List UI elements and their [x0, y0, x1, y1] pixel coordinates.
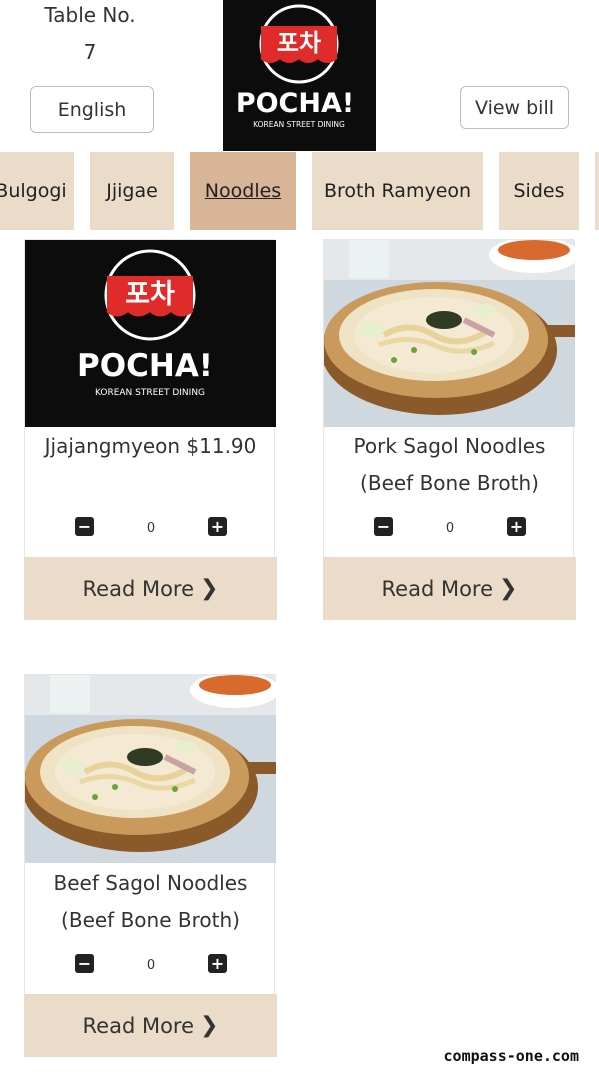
read-more-label: Read More [82, 576, 195, 601]
logo-korean-text: 포차 [277, 29, 321, 57]
read-more-button[interactable]: Read More ❯ [323, 557, 576, 620]
menu-item-card: 포차 POCHA! KOREAN STREET DINING Jjajangmy… [24, 239, 277, 620]
quantity-value: 0 [146, 958, 156, 973]
language-button[interactable]: English [30, 86, 154, 133]
tab-noodles[interactable]: Noodles [190, 152, 296, 230]
chevron-right-icon: ❯ [499, 576, 518, 601]
quantity-value: 0 [445, 521, 455, 536]
tab-jjigae[interactable]: Jjigae [90, 152, 174, 230]
minus-square-icon[interactable]: − [75, 517, 94, 536]
minus-square-icon[interactable]: − [374, 517, 393, 536]
category-tabs: Bulgogi Jjigae Noodles Broth Ramyeon Sid… [0, 152, 599, 230]
quantity-value: 0 [146, 521, 156, 536]
tab-next-partial[interactable] [595, 152, 599, 230]
logo-brand-text: POCHA! [77, 348, 213, 384]
plus-square-icon[interactable]: + [507, 517, 526, 536]
plus-square-icon[interactable]: + [208, 517, 227, 536]
menu-item-image[interactable] [324, 240, 575, 427]
table-number: 7 [83, 40, 97, 64]
tab-sides[interactable]: Sides [499, 152, 579, 230]
chevron-right-icon: ❯ [200, 1013, 219, 1038]
menu-item-card: Beef Sagol Noodles (Beef Bone Broth) − 0… [24, 674, 277, 1057]
menu-item-image[interactable] [25, 675, 276, 863]
menu-item-title: Beef Sagol Noodles (Beef Bone Broth) [53, 871, 248, 932]
menu-item-image[interactable]: 포차 POCHA! KOREAN STREET DINING [25, 240, 276, 427]
logo-korean-text: 포차 [125, 279, 175, 310]
menu-item-title: Pork Sagol Noodles (Beef Bone Broth) [353, 434, 546, 495]
restaurant-logo: 포차 POCHA! KOREAN STREET DINING [223, 0, 376, 151]
table-label: Table No. [44, 3, 136, 27]
logo-brand-text: POCHA! [236, 88, 354, 119]
tab-bulgogi[interactable]: Bulgogi [0, 152, 74, 230]
minus-square-icon[interactable]: − [75, 954, 94, 973]
read-more-label: Read More [82, 1013, 195, 1038]
tab-broth-ramyeon[interactable]: Broth Ramyeon [312, 152, 483, 230]
logo-tagline-text: KOREAN STREET DINING [95, 388, 205, 398]
watermark: compass-one.com [443, 1047, 579, 1065]
chevron-right-icon: ❯ [200, 576, 219, 601]
read-more-button[interactable]: Read More ❯ [24, 557, 277, 620]
menu-item-title: Jjajangmyeon $11.90 [44, 434, 257, 458]
view-bill-button[interactable]: View bill [460, 86, 569, 129]
read-more-button[interactable]: Read More ❯ [24, 994, 277, 1057]
read-more-label: Read More [381, 576, 494, 601]
menu-item-card: Pork Sagol Noodles (Beef Bone Broth) − 0… [323, 239, 576, 620]
logo-tagline-text: KOREAN STREET DINING [253, 120, 345, 129]
plus-square-icon[interactable]: + [208, 954, 227, 973]
